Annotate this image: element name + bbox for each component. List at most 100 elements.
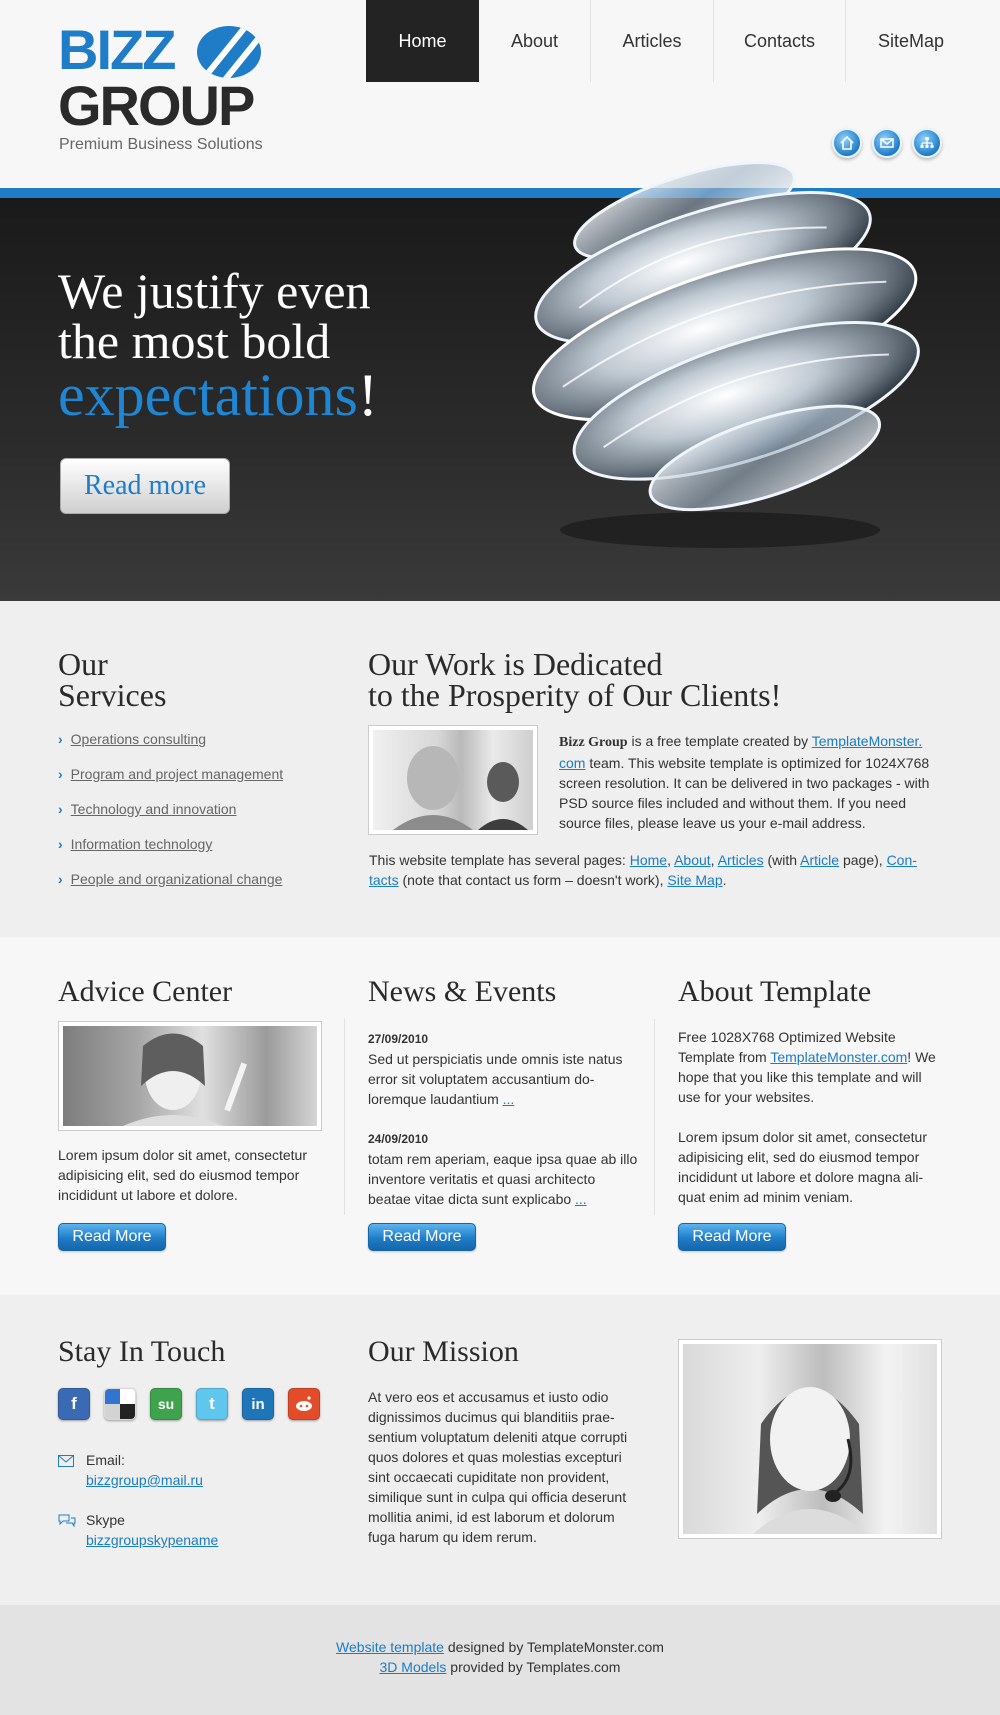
link-sitemap[interactable]: Site Map bbox=[667, 872, 722, 888]
nav-home[interactable]: Home bbox=[366, 0, 479, 82]
hero-highlight: expectations bbox=[58, 362, 358, 428]
info-columns-section: Advice Center Lorem ipsum dolor sit amet… bbox=[0, 937, 1000, 1295]
news-item: 27/09/2010 Sed ut perspiciatis unde omni… bbox=[368, 1029, 638, 1109]
templatemonster-link-a: TemplateMonster. bbox=[811, 733, 923, 749]
stumbleupon-icon[interactable]: su bbox=[150, 1388, 182, 1420]
services-title-line2: Services bbox=[58, 677, 167, 713]
chevron-right-icon: › bbox=[58, 836, 63, 852]
service-item: › Program and project management bbox=[58, 766, 283, 801]
work-title: Our Work is Dedicated to the Prosperity … bbox=[368, 646, 948, 713]
work-text-b: team. This website template is optimized… bbox=[559, 755, 930, 831]
hero-line-2: the most bold bbox=[58, 313, 331, 369]
website-template-link[interactable]: Website template bbox=[336, 1639, 444, 1655]
logo-group-text: GROUP bbox=[58, 74, 255, 137]
footer-line-2-text: provided by Templates.com bbox=[446, 1659, 621, 1675]
advice-title: Advice Center bbox=[58, 975, 233, 1008]
link-articles[interactable]: Articles bbox=[718, 852, 764, 868]
hero-line-3: expectations! bbox=[58, 365, 478, 425]
news-date: 24/09/2010 bbox=[368, 1132, 429, 1146]
hero-read-more-button[interactable]: Read more bbox=[60, 458, 230, 514]
work-title-line1: Our Work is Dedicated bbox=[368, 646, 663, 682]
logo[interactable]: BIZZ GROUP Premium Business Solutions bbox=[58, 22, 288, 162]
services-list: › Operations consulting › Program and proj… bbox=[58, 731, 283, 906]
nav-about[interactable]: About bbox=[479, 0, 591, 82]
businessman-photo bbox=[368, 725, 538, 835]
work2-text-note: (note that contact us form – doesn't wor… bbox=[398, 872, 668, 888]
email-contact: Email: bizzgroup@mail.ru bbox=[58, 1450, 203, 1490]
advice-text: Lorem ipsum dolor sit amet, consectetur … bbox=[58, 1147, 307, 1203]
3d-models-link[interactable]: 3D Models bbox=[380, 1659, 447, 1675]
mission-text: At vero eos et accusamus et iusto odio d… bbox=[368, 1389, 628, 1545]
service-item: › People and organizational change bbox=[58, 871, 283, 906]
about-template-p1: Free 1028X768 Optimized Website Template… bbox=[678, 1027, 948, 1107]
link-article[interactable]: Article bbox=[800, 852, 839, 868]
link-home[interactable]: Home bbox=[630, 852, 667, 868]
skype-label: Skype bbox=[86, 1512, 125, 1528]
service-link[interactable]: Operations consulting bbox=[71, 731, 206, 747]
news-item: 24/09/2010 totam rem aperiam, eaque ipsa… bbox=[368, 1129, 638, 1209]
templatemonster-link-b: com bbox=[559, 755, 586, 771]
news-more-link[interactable]: ... bbox=[575, 1191, 587, 1207]
chevron-right-icon: › bbox=[58, 871, 63, 887]
footer-line-1-text: designed by TemplateMonster.com bbox=[443, 1639, 664, 1655]
work2-text-page: page), bbox=[839, 852, 887, 868]
logo-mark-icon bbox=[197, 26, 261, 78]
social-icons: f su t in bbox=[58, 1388, 320, 1420]
headset-woman-image bbox=[753, 1387, 867, 1534]
sitemap-icon[interactable] bbox=[912, 128, 942, 158]
email-link[interactable]: bizzgroup@mail.ru bbox=[86, 1472, 203, 1488]
column-divider bbox=[654, 1019, 655, 1215]
templatemonster-link[interactable]: TemplateMonster.com bbox=[770, 1049, 907, 1065]
chat-icon bbox=[58, 1510, 86, 1550]
service-link[interactable]: Information technology bbox=[71, 836, 213, 852]
hero-headline: We justify even the most bold expectatio… bbox=[58, 266, 478, 425]
mission-title: Our Mission bbox=[368, 1335, 519, 1368]
advice-read-more-button[interactable]: Read More bbox=[58, 1223, 166, 1251]
brand-name: Bizz Group bbox=[559, 735, 628, 750]
work-text-a: is a free template created by bbox=[627, 733, 812, 749]
news-text: Sed ut perspiciatis unde omnis iste natu… bbox=[368, 1049, 638, 1109]
chevron-right-icon: › bbox=[58, 766, 63, 782]
link-contacts-b: tacts bbox=[369, 872, 399, 888]
about-template-title: About Template bbox=[678, 975, 872, 1008]
service-item: › Technology and innovation bbox=[58, 801, 283, 836]
portrait-image bbox=[393, 746, 528, 830]
service-link[interactable]: Program and project management bbox=[71, 766, 283, 782]
footer-line-2: 3D Models provided by Templates.com bbox=[0, 1659, 1000, 1675]
link-about[interactable]: About bbox=[674, 852, 711, 868]
woman-portrait-image bbox=[123, 1033, 248, 1126]
touch-title: Stay In Touch bbox=[58, 1335, 226, 1368]
chevron-right-icon: › bbox=[58, 801, 63, 817]
service-item: › Operations consulting bbox=[58, 731, 283, 766]
news-text-body: totam rem aperiam, eaque ipsa quae ab il… bbox=[368, 1151, 638, 1207]
logo-bizz-text: BIZZ bbox=[58, 18, 176, 81]
hero-exclamation: ! bbox=[357, 362, 378, 428]
news-more-link[interactable]: ... bbox=[503, 1091, 515, 1107]
delicious-icon[interactable] bbox=[104, 1388, 136, 1420]
about-template-p2: Lorem ipsum dolor sit amet, consectetur … bbox=[678, 1129, 927, 1205]
nav-contacts[interactable]: Contacts bbox=[714, 0, 846, 82]
mail-icon bbox=[58, 1450, 86, 1490]
link-contacts-a: Con- bbox=[886, 852, 917, 868]
header-icons bbox=[832, 128, 942, 158]
service-link[interactable]: People and organizational change bbox=[71, 871, 283, 887]
advice-photo bbox=[58, 1021, 322, 1131]
nav-articles[interactable]: Articles bbox=[591, 0, 714, 82]
reddit-icon[interactable] bbox=[288, 1388, 320, 1420]
work-title-line2: to the Prosperity of Our Clients! bbox=[368, 677, 782, 713]
about-read-more-button[interactable]: Read More bbox=[678, 1223, 786, 1251]
column-divider bbox=[344, 1019, 345, 1215]
main-nav: Home About Articles Contacts SiteMap bbox=[366, 0, 976, 82]
mail-icon[interactable] bbox=[872, 128, 902, 158]
facebook-icon[interactable]: f bbox=[58, 1388, 90, 1420]
footer-line-1: Website template designed by TemplateMon… bbox=[0, 1639, 1000, 1655]
news-date: 27/09/2010 bbox=[368, 1032, 429, 1046]
twitter-icon[interactable]: t bbox=[196, 1388, 228, 1420]
skype-link[interactable]: bizzgroupskypename bbox=[86, 1532, 218, 1548]
news-read-more-button[interactable]: Read More bbox=[368, 1223, 476, 1251]
nav-sitemap[interactable]: SiteMap bbox=[846, 0, 976, 82]
service-link[interactable]: Technology and innovation bbox=[71, 801, 237, 817]
work2-text-with: (with bbox=[763, 852, 801, 868]
home-icon[interactable] bbox=[832, 128, 862, 158]
linkedin-icon[interactable]: in bbox=[242, 1388, 274, 1420]
